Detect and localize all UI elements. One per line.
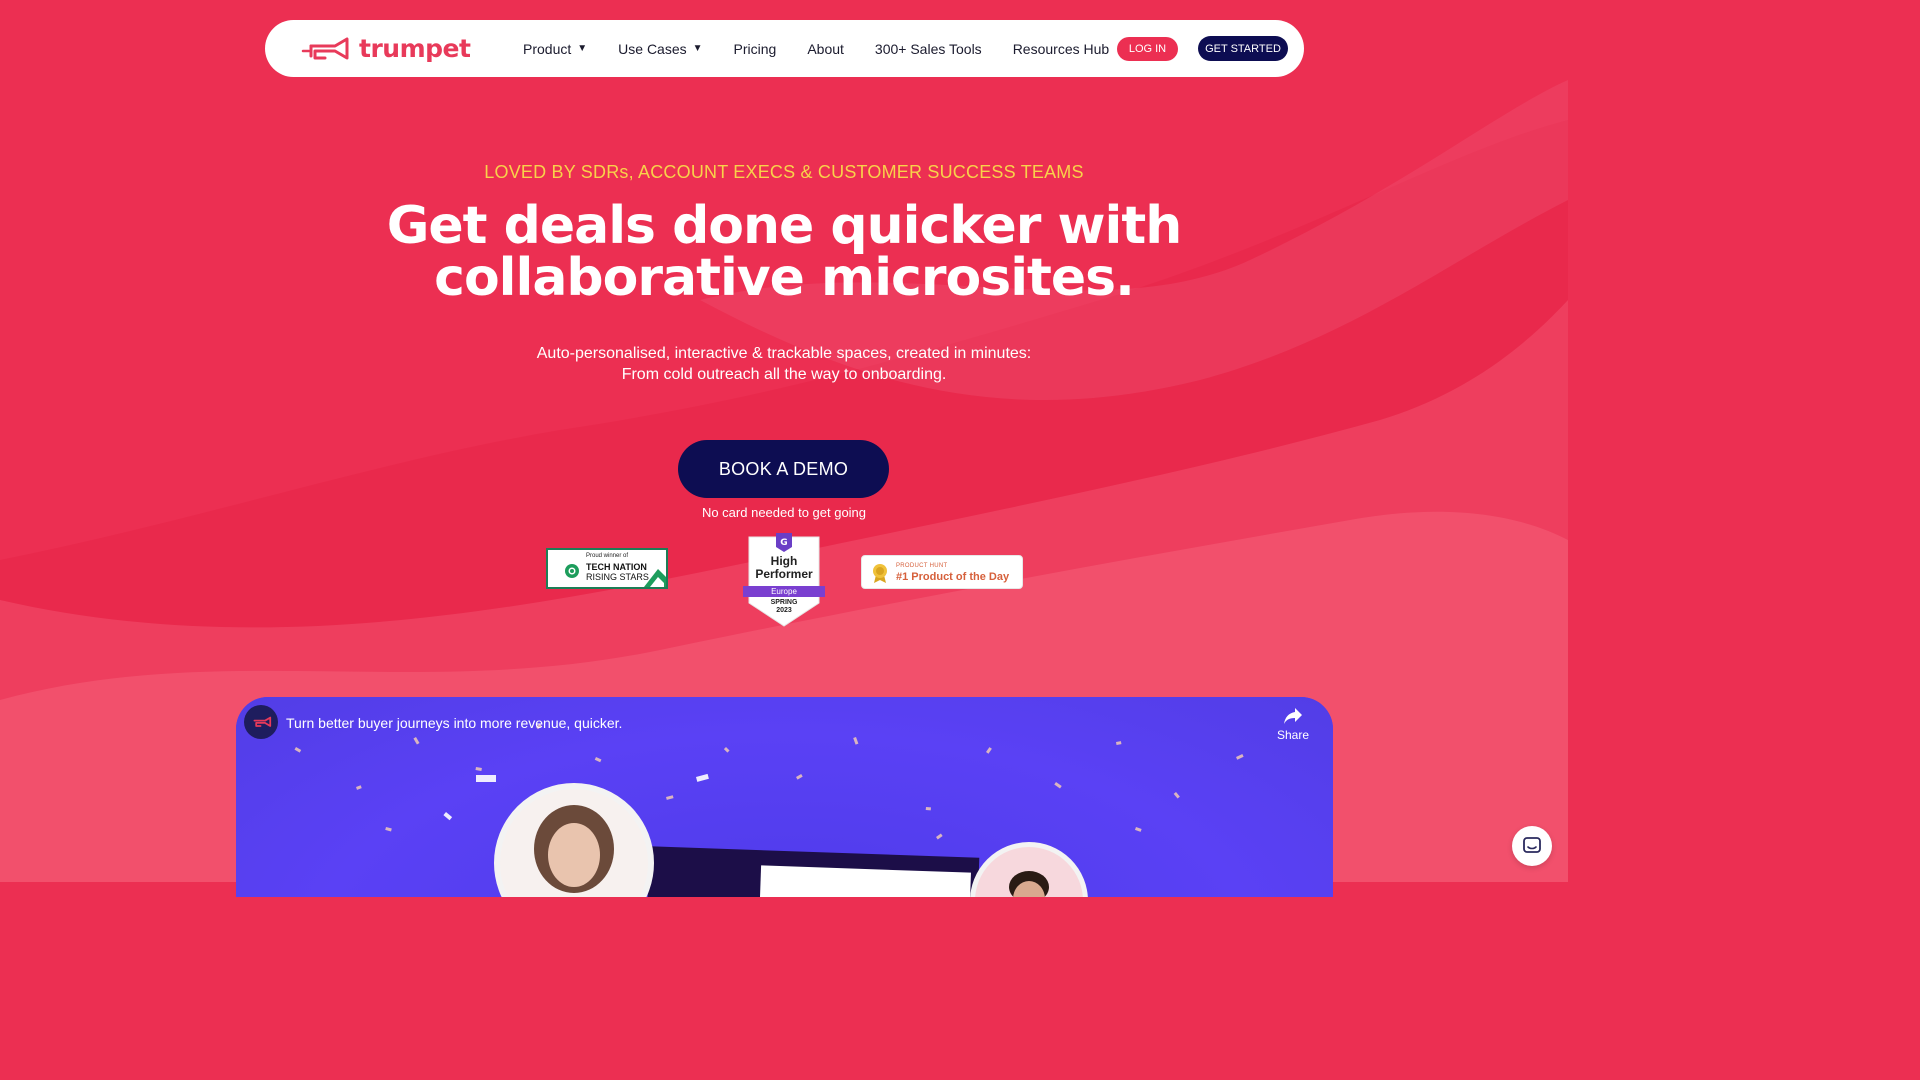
medal-icon xyxy=(873,564,887,583)
intro-video-player[interactable]: Turn better buyer journeys into more rev… xyxy=(236,697,1333,897)
nav-sales-tools[interactable]: 300+ Sales Tools xyxy=(875,41,982,57)
hero-headline: Get deals done quicker with collaborativ… xyxy=(0,200,1568,304)
tech-nation-small: Proud winner of xyxy=(586,553,629,559)
logo-text: trumpet xyxy=(359,34,471,63)
presenter-photo-1 xyxy=(494,783,654,897)
tech-nation-sub: RISING STARS xyxy=(586,572,649,582)
hero-eyebrow: LOVED BY SDRs, ACCOUNT EXECS & CUSTOMER … xyxy=(484,162,1084,182)
nav-resources-hub[interactable]: Resources Hub xyxy=(1013,41,1110,57)
brand-logo[interactable]: trumpet xyxy=(301,34,471,63)
g2-high-performer-badge: G High Performer Europe SPRING 2023 xyxy=(743,533,825,627)
nav-resources-hub-label: Resources Hub xyxy=(1012,40,1110,57)
hero-headline-line2: collaborative microsites. xyxy=(434,248,1135,308)
hero-headline-line1: Get deals done quicker with xyxy=(386,196,1183,256)
product-hunt-badge: PRODUCT HUNT #1 Product of the Day xyxy=(861,555,1023,589)
chat-icon xyxy=(1523,837,1541,853)
trumpet-logo-icon xyxy=(301,37,349,59)
top-navbar: trumpet Product ▼ Use Cases ▼ Pricing Ab… xyxy=(265,20,1304,77)
login-button[interactable]: LOG IN xyxy=(1117,37,1178,61)
nav-product[interactable]: Product ▼ xyxy=(523,41,587,57)
g2-year: 2023 xyxy=(776,607,792,614)
person-silhouette xyxy=(1009,871,1049,897)
g2-line2: Performer xyxy=(755,567,813,581)
presenter-photo-2 xyxy=(970,842,1088,897)
hero-subtext: Auto-personalised, interactive & trackab… xyxy=(0,343,1568,385)
chat-launcher-button[interactable] xyxy=(1512,826,1552,866)
trumpet-logo-icon xyxy=(253,716,272,727)
hero-subtext-line2: From cold outreach all the way to onboar… xyxy=(621,366,947,383)
rising-arrow-icon xyxy=(644,569,666,587)
svg-text:G: G xyxy=(780,538,787,548)
product-hunt-main: #1 Product of the Day xyxy=(896,571,1010,583)
share-arrow-icon xyxy=(1284,708,1302,724)
tech-nation-badge: Proud winner of TECH NATION RISING STARS xyxy=(546,548,668,589)
g2-title: High Performer xyxy=(743,555,825,581)
channel-avatar[interactable] xyxy=(244,705,278,739)
chevron-down-icon: ▼ xyxy=(692,43,703,54)
book-demo-button[interactable]: BOOK A DEMO xyxy=(678,440,889,498)
cta-note: No card needed to get going xyxy=(701,505,867,520)
nav-about[interactable]: About xyxy=(807,41,844,57)
share-button[interactable]: Share xyxy=(1275,707,1311,742)
nav-links: Product ▼ Use Cases ▼ Pricing About 300+… xyxy=(523,20,1140,77)
nav-pricing-label: Pricing xyxy=(733,40,777,57)
g2-season: SPRING xyxy=(770,599,798,606)
nav-pricing[interactable]: Pricing xyxy=(734,41,777,57)
person-silhouette xyxy=(534,805,614,893)
get-started-button[interactable]: GET STARTED xyxy=(1198,36,1288,61)
nav-product-label: Product xyxy=(523,40,572,57)
nav-sales-tools-label: 300+ Sales Tools xyxy=(874,40,982,57)
chevron-down-icon: ▼ xyxy=(577,43,588,54)
video-title[interactable]: Turn better buyer journeys into more rev… xyxy=(286,715,622,731)
nav-about-label: About xyxy=(807,40,844,57)
nav-use-cases[interactable]: Use Cases ▼ xyxy=(618,41,702,57)
product-hunt-small: PRODUCT HUNT xyxy=(896,563,948,569)
starburst-icon xyxy=(565,564,579,578)
share-label: Share xyxy=(1276,728,1310,742)
g2-season-block: SPRING 2023 xyxy=(743,599,825,615)
tech-nation-main: TECH NATION xyxy=(586,562,647,572)
nav-use-cases-label: Use Cases xyxy=(618,40,687,57)
hero-subtext-line1: Auto-personalised, interactive & trackab… xyxy=(536,345,1032,362)
g2-region: Europe xyxy=(743,586,825,597)
